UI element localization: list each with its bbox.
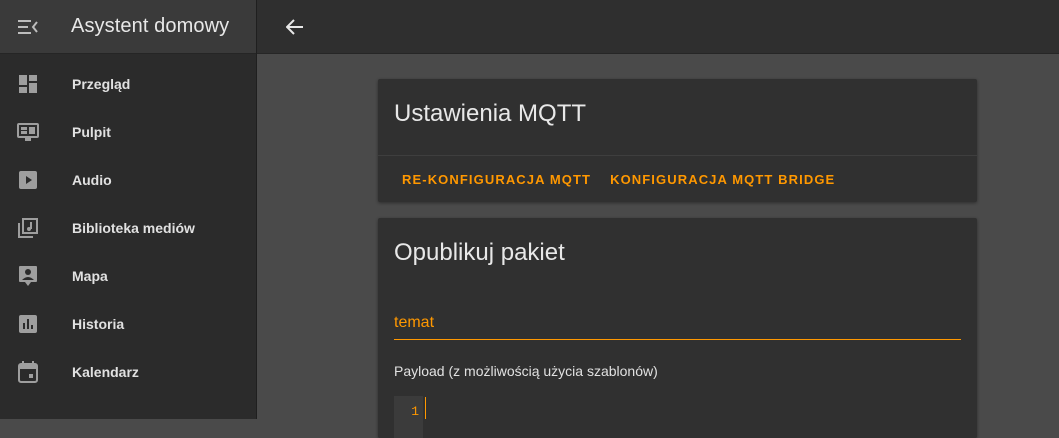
sidebar-item-kalendarz[interactable]: Kalendarz — [0, 348, 256, 396]
sidebar-item-label: Kalendarz — [72, 364, 139, 380]
calendar-icon — [0, 361, 56, 383]
play-box-icon — [0, 170, 56, 190]
main-content: Ustawienia MQTT RE-KONFIGURACJA MQTT KON… — [257, 54, 1059, 438]
music-library-icon — [0, 218, 56, 238]
sidebar-item-label: Historia — [72, 316, 125, 332]
sidebar-item-label: Audio — [72, 172, 112, 188]
topic-field — [394, 306, 961, 340]
card-actions: RE-KONFIGURACJA MQTT KONFIGURACJA MQTT B… — [393, 167, 845, 192]
card-title: Opublikuj pakiet — [394, 239, 565, 266]
publish-packet-card: Opublikuj pakiet Payload (z możliwością … — [378, 218, 977, 438]
sidebar-item-mapa[interactable]: Mapa — [0, 252, 256, 300]
sidebar-header: Asystent domowy — [0, 0, 256, 54]
divider — [378, 155, 977, 156]
configure-mqtt-bridge-button[interactable]: KONFIGURACJA MQTT BRIDGE — [601, 167, 844, 192]
app-title: Asystent domowy — [71, 15, 230, 37]
line-number: 1 — [411, 404, 419, 419]
sidebar-item-label: Mapa — [72, 268, 108, 284]
sidebar-nav: Przegląd Pulpit Audio Biblioteka mediów … — [0, 54, 256, 396]
chart-box-icon — [0, 314, 56, 334]
arrow-left-icon — [286, 18, 303, 35]
mqtt-settings-card: Ustawienia MQTT RE-KONFIGURACJA MQTT KON… — [378, 79, 977, 202]
payload-editor[interactable]: 1 — [394, 396, 961, 438]
menu-open-icon — [18, 19, 38, 34]
card-title: Ustawienia MQTT — [394, 100, 587, 127]
sidebar-item-audio[interactable]: Audio — [0, 156, 256, 204]
text-cursor — [425, 397, 426, 419]
top-app-bar — [257, 0, 1059, 54]
line-number-gutter: 1 — [394, 396, 423, 438]
sidebar-item-label: Pulpit — [72, 124, 111, 140]
sidebar-item-label: Biblioteka mediów — [72, 220, 195, 236]
dashboard-icon — [0, 74, 56, 94]
menu-collapse-button[interactable] — [0, 0, 56, 53]
back-button[interactable] — [275, 7, 315, 47]
account-location-icon — [0, 265, 56, 287]
sidebar-item-pulpit[interactable]: Pulpit — [0, 108, 256, 156]
topic-input[interactable] — [394, 306, 961, 332]
reconfigure-mqtt-button[interactable]: RE-KONFIGURACJA MQTT — [393, 167, 600, 192]
sidebar-item-przeglad[interactable]: Przegląd — [0, 60, 256, 108]
sidebar: Asystent domowy Przegląd Pulpit Audio Bi… — [0, 0, 257, 419]
payload-label: Payload (z możliwością użycia szablonów) — [394, 363, 658, 379]
sidebar-item-label: Przegląd — [72, 76, 131, 92]
sidebar-item-biblioteka-mediow[interactable]: Biblioteka mediów — [0, 204, 256, 252]
monitor-dashboard-icon — [0, 122, 56, 142]
sidebar-item-historia[interactable]: Historia — [0, 300, 256, 348]
